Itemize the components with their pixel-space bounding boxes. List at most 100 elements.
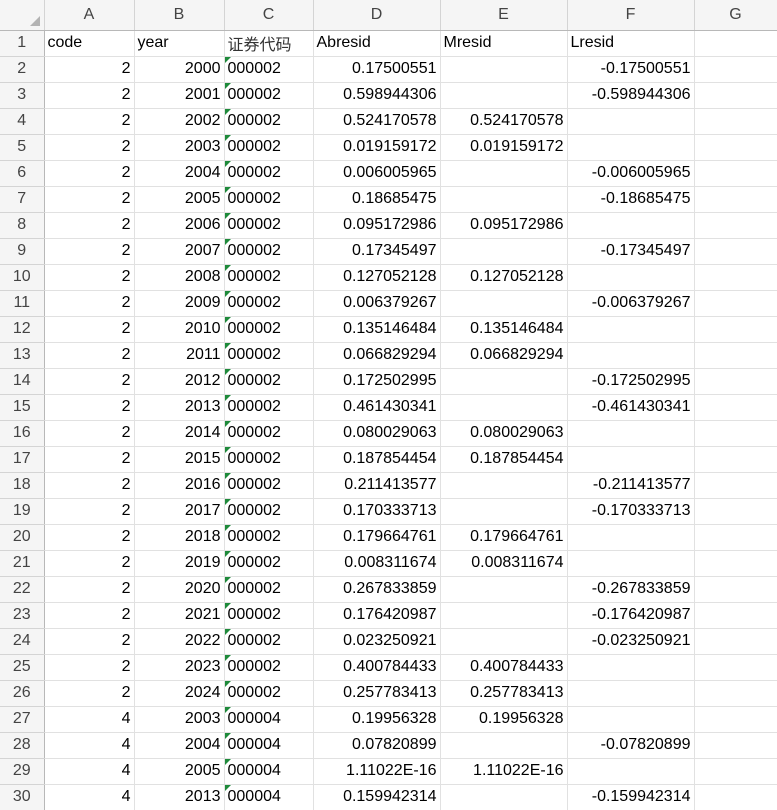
row-header[interactable]: 28 <box>0 732 45 759</box>
cell-mresid[interactable] <box>440 186 568 213</box>
cell-g[interactable] <box>694 654 777 681</box>
cell-mresid[interactable]: 0.019159172 <box>440 134 568 161</box>
cell-mresid[interactable] <box>440 160 568 187</box>
cell-lresid[interactable]: -0.07820899 <box>567 732 695 759</box>
cell-security-code[interactable]: 000002 <box>224 56 314 83</box>
cell-abresid[interactable]: 0.170333713 <box>313 498 441 525</box>
cell-year[interactable]: 2005 <box>134 758 225 785</box>
row-header[interactable]: 8 <box>0 212 45 239</box>
row-header[interactable]: 18 <box>0 472 45 499</box>
cell-abresid[interactable]: 0.598944306 <box>313 82 441 109</box>
cell-g[interactable] <box>694 446 777 473</box>
cell-year[interactable]: 2001 <box>134 82 225 109</box>
cell-mresid[interactable] <box>440 394 568 421</box>
cell-g[interactable] <box>694 82 777 109</box>
cell-year[interactable]: 2010 <box>134 316 225 343</box>
row-header[interactable]: 3 <box>0 82 45 109</box>
cell-code[interactable]: 2 <box>44 498 135 525</box>
cell-lresid[interactable]: -0.159942314 <box>567 784 695 810</box>
cell-abresid[interactable]: 0.006379267 <box>313 290 441 317</box>
row-header[interactable]: 13 <box>0 342 45 369</box>
cell-year[interactable]: 2017 <box>134 498 225 525</box>
cell-g[interactable] <box>694 56 777 83</box>
cell-lresid[interactable] <box>567 134 695 161</box>
cell-abresid[interactable]: 0.159942314 <box>313 784 441 810</box>
cell-code[interactable]: 2 <box>44 82 135 109</box>
cell-abresid[interactable]: 0.211413577 <box>313 472 441 499</box>
cell-lresid[interactable]: -0.170333713 <box>567 498 695 525</box>
cell-abresid[interactable]: 0.17345497 <box>313 238 441 265</box>
cell-code[interactable]: 2 <box>44 524 135 551</box>
cell-security-code[interactable]: 000002 <box>224 446 314 473</box>
cell-security-code[interactable]: 000002 <box>224 472 314 499</box>
cell-mresid[interactable]: 0.257783413 <box>440 680 568 707</box>
cell-mresid[interactable] <box>440 602 568 629</box>
cell-g[interactable] <box>694 524 777 551</box>
header-cell-code[interactable]: code <box>44 30 135 57</box>
column-header-e[interactable]: E <box>440 0 568 31</box>
cell-year[interactable]: 2014 <box>134 420 225 447</box>
cell-abresid[interactable]: 0.066829294 <box>313 342 441 369</box>
cell-code[interactable]: 2 <box>44 108 135 135</box>
cell-lresid[interactable]: -0.461430341 <box>567 394 695 421</box>
row-header[interactable]: 21 <box>0 550 45 577</box>
cell-lresid[interactable] <box>567 264 695 291</box>
cell-year[interactable]: 2015 <box>134 446 225 473</box>
cell-mresid[interactable] <box>440 82 568 109</box>
cell-code[interactable]: 2 <box>44 368 135 395</box>
cell-mresid[interactable]: 0.187854454 <box>440 446 568 473</box>
cell-security-code[interactable]: 000002 <box>224 342 314 369</box>
cell-abresid[interactable]: 0.187854454 <box>313 446 441 473</box>
cell-g[interactable] <box>694 186 777 213</box>
cell-security-code[interactable]: 000002 <box>224 524 314 551</box>
cell-code[interactable]: 2 <box>44 654 135 681</box>
cell-g[interactable] <box>694 342 777 369</box>
cell-g[interactable] <box>694 368 777 395</box>
cell-abresid[interactable]: 0.135146484 <box>313 316 441 343</box>
cell-year[interactable]: 2000 <box>134 56 225 83</box>
cell-lresid[interactable]: -0.267833859 <box>567 576 695 603</box>
cell-year[interactable]: 2003 <box>134 706 225 733</box>
cell-lresid[interactable] <box>567 420 695 447</box>
cell-g[interactable] <box>694 576 777 603</box>
cell-mresid[interactable]: 0.127052128 <box>440 264 568 291</box>
row-header[interactable]: 15 <box>0 394 45 421</box>
cell-lresid[interactable] <box>567 316 695 343</box>
cell-security-code[interactable]: 000002 <box>224 186 314 213</box>
cell-code[interactable]: 2 <box>44 576 135 603</box>
cell-g[interactable] <box>694 706 777 733</box>
cell-g[interactable] <box>694 498 777 525</box>
cell-code[interactable]: 2 <box>44 550 135 577</box>
cell-abresid[interactable]: 0.127052128 <box>313 264 441 291</box>
cell-g[interactable] <box>694 732 777 759</box>
cell-lresid[interactable]: -0.17500551 <box>567 56 695 83</box>
cell-abresid[interactable]: 0.400784433 <box>313 654 441 681</box>
cell-code[interactable]: 2 <box>44 472 135 499</box>
cell-mresid[interactable]: 0.095172986 <box>440 212 568 239</box>
cell-year[interactable]: 2002 <box>134 108 225 135</box>
cell-year[interactable]: 2022 <box>134 628 225 655</box>
row-header[interactable]: 10 <box>0 264 45 291</box>
cell-lresid[interactable]: -0.176420987 <box>567 602 695 629</box>
cell-security-code[interactable]: 000002 <box>224 576 314 603</box>
column-header-a[interactable]: A <box>44 0 135 31</box>
cell-lresid[interactable] <box>567 758 695 785</box>
cell-year[interactable]: 2007 <box>134 238 225 265</box>
cell-year[interactable]: 2013 <box>134 394 225 421</box>
cell-security-code[interactable]: 000002 <box>224 602 314 629</box>
cell-mresid[interactable]: 0.179664761 <box>440 524 568 551</box>
cell-security-code[interactable]: 000004 <box>224 706 314 733</box>
column-header-g[interactable]: G <box>694 0 777 31</box>
cell-lresid[interactable] <box>567 550 695 577</box>
cell-code[interactable]: 2 <box>44 238 135 265</box>
column-header-f[interactable]: F <box>567 0 695 31</box>
cell-g[interactable] <box>694 212 777 239</box>
cell-security-code[interactable]: 000002 <box>224 264 314 291</box>
cell-g[interactable] <box>694 550 777 577</box>
cell-security-code[interactable]: 000002 <box>224 628 314 655</box>
cell-abresid[interactable]: 0.172502995 <box>313 368 441 395</box>
column-header-c[interactable]: C <box>224 0 314 31</box>
select-all-button[interactable] <box>0 0 45 31</box>
cell-abresid[interactable]: 0.176420987 <box>313 602 441 629</box>
cell-code[interactable]: 2 <box>44 160 135 187</box>
